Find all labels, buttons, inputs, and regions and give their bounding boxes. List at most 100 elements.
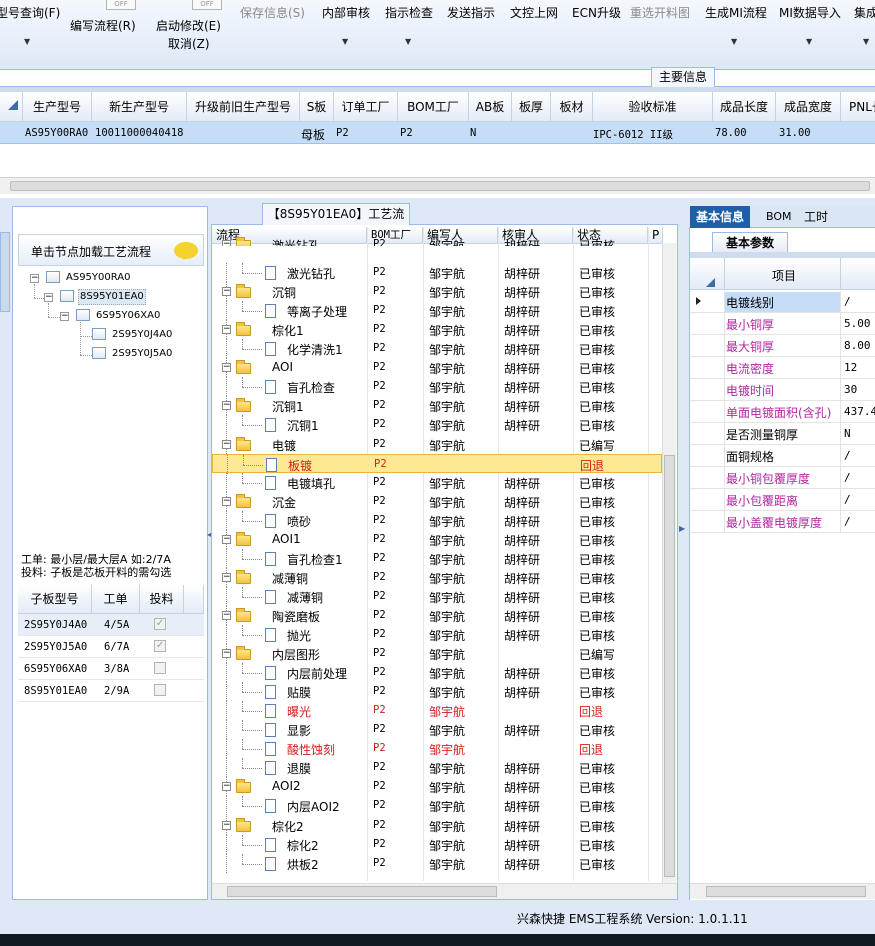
toolbar-write-flow[interactable]: 编写流程(R) <box>70 17 136 34</box>
flow-step-row[interactable]: 显影 P2 邹宇航 胡梓研 已审核 <box>212 720 662 739</box>
toolbar-model-query[interactable]: 型号查询(F) <box>0 4 60 21</box>
chevron-down-icon[interactable]: ▼ <box>405 37 411 46</box>
col-old-model[interactable]: 升级前旧生产型号 <box>187 92 300 122</box>
feed-checkbox[interactable]: ✓ <box>154 640 166 652</box>
flow-step-row[interactable]: 内层前处理 P2 邹宇航 胡梓研 已审核 <box>212 663 662 682</box>
toolbar-start-edit[interactable]: 启动修改(E) <box>156 17 221 34</box>
col-order-factory[interactable]: 订单工厂 <box>334 92 398 122</box>
toolbar-mi-import[interactable]: MI数据导入 <box>779 4 841 21</box>
toolbar-save[interactable]: 保存信息(S) <box>240 4 305 21</box>
flow-step-row[interactable]: 烘板2 P2 邹宇航 胡梓研 已审核 <box>212 854 662 873</box>
flow-group-row[interactable]: − 沉铜 P2 邹宇航 胡梓研 已审核 <box>212 282 662 301</box>
flow-group-row[interactable]: − 陶瓷磨板 P2 邹宇航 胡梓研 已审核 <box>212 606 662 625</box>
param-row[interactable]: 电镀时间 30 <box>690 379 875 401</box>
col-standard[interactable]: 验收标准 <box>593 92 713 122</box>
flow-step-row[interactable]: 等离子处理 P2 邹宇航 胡梓研 已审核 <box>212 301 662 320</box>
toolbar-integrate[interactable]: 集成 <box>854 4 875 21</box>
tab-bom[interactable]: BOM <box>760 206 798 228</box>
chevron-down-icon[interactable]: ▼ <box>863 37 869 46</box>
col-s-board[interactable]: S板 <box>300 92 334 122</box>
param-row[interactable]: 最小铜厚 5.00 <box>690 313 875 335</box>
tree-collapse-toggle[interactable]: − <box>222 497 231 506</box>
chevron-down-icon[interactable]: ▼ <box>731 37 737 46</box>
toolbar-cancel[interactable]: 取消(Z) <box>168 35 210 52</box>
param-row[interactable]: 最小包覆距离 / <box>690 489 875 511</box>
chevron-down-icon[interactable]: ▼ <box>806 37 812 46</box>
collapse-right-icon[interactable]: ▶ <box>679 524 685 533</box>
tab-work-hours[interactable]: 工时 <box>798 206 834 228</box>
flow-group-row[interactable]: − AOI P2 邹宇航 胡梓研 已审核 <box>212 358 662 377</box>
feed-checkbox[interactable] <box>154 662 166 674</box>
tree-collapse-toggle[interactable]: − <box>222 240 231 246</box>
flow-group-row[interactable]: − 棕化2 P2 邹宇航 胡梓研 已审核 <box>212 816 662 835</box>
toolbar-generate-mi[interactable]: 生成MI流程 <box>705 4 767 21</box>
param-row[interactable]: 是否测量铜厚 N <box>690 423 875 445</box>
param-row[interactable]: 面铜规格 / <box>690 445 875 467</box>
tree-collapse-toggle[interactable]: − <box>222 363 231 372</box>
feed-checkbox[interactable]: ✓ <box>154 618 166 630</box>
tree-collapse-toggle[interactable]: − <box>222 649 231 658</box>
scrollbar-thumb[interactable] <box>227 886 497 897</box>
tree-node-2s95y0j4a0[interactable]: 2S95Y0J4A0 <box>92 328 172 340</box>
tree-collapse-toggle[interactable]: − <box>222 535 231 544</box>
splitter[interactable] <box>0 198 875 206</box>
sub-grid-row[interactable]: 2S95Y0J4A0 4/5A ✓ <box>18 614 204 636</box>
flow-step-row[interactable]: 减薄铜 P2 邹宇航 胡梓研 已审核 <box>212 587 662 606</box>
flow-group-row[interactable]: − AOI1 P2 邹宇航 胡梓研 已审核 <box>212 530 662 549</box>
flow-step-row[interactable]: 酸性蚀刻 P2 邹宇航 回退 <box>212 739 662 758</box>
flow-step-row[interactable]: 内层AOI2 P2 邹宇航 胡梓研 已审核 <box>212 796 662 815</box>
tree-collapse-toggle[interactable]: − <box>222 611 231 620</box>
param-row[interactable]: 最大铜厚 8.00 <box>690 335 875 357</box>
flow-group-row[interactable]: − 减薄铜 P2 邹宇航 胡梓研 已审核 <box>212 568 662 587</box>
flow-step-row[interactable]: 喷砂 P2 邹宇航 胡梓研 已审核 <box>212 511 662 530</box>
tree-node-6s95y06xa0[interactable]: 6S95Y06XA0 <box>76 309 160 321</box>
col-width[interactable]: 成品宽度 <box>776 92 841 122</box>
toolbar-instruction-check[interactable]: 指示检查 <box>385 4 433 21</box>
tab-main-info[interactable]: 主要信息 <box>651 67 715 87</box>
flow-step-row[interactable]: 曝光 P2 邹宇航 回退 <box>212 701 662 720</box>
sub-grid-row[interactable]: 8S95Y01EA0 2/9A <box>18 680 204 702</box>
tree-collapse-toggle[interactable]: − <box>44 293 53 302</box>
horizontal-scrollbar[interactable] <box>690 883 875 899</box>
side-tab-process-structure[interactable] <box>0 232 10 312</box>
toolbar-send-instruction[interactable]: 发送指示 <box>447 4 495 21</box>
tree-collapse-toggle[interactable]: − <box>222 401 231 410</box>
tab-basic-info[interactable]: 基本信息 <box>690 206 751 228</box>
sub-grid-row[interactable]: 2S95Y0J5A0 6/7A ✓ <box>18 636 204 658</box>
tree-node-2s95y0j5a0[interactable]: 2S95Y0J5A0 <box>92 347 172 359</box>
flow-step-row[interactable]: 退膜 P2 邹宇航 胡梓研 已审核 <box>212 758 662 777</box>
flow-group-row[interactable]: − 沉铜1 P2 邹宇航 胡梓研 已审核 <box>212 396 662 415</box>
sub-grid-row[interactable]: 6S95Y06XA0 3/8A <box>18 658 204 680</box>
scrollbar-thumb[interactable] <box>10 181 870 191</box>
col-ab-board[interactable]: AB板 <box>469 92 512 122</box>
horizontal-scrollbar[interactable] <box>212 883 677 899</box>
col-pnl-length[interactable]: PNL长 <box>841 92 875 122</box>
scrollbar-thumb[interactable] <box>664 455 675 877</box>
tree-node-8s95y01ea0[interactable]: 8S95Y01EA0 <box>60 290 144 302</box>
flow-step-row[interactable]: 盲孔检查 P2 邹宇航 胡梓研 已审核 <box>212 377 662 396</box>
feed-checkbox[interactable] <box>154 684 166 696</box>
toolbar-ecn-upgrade[interactable]: ECN升级 <box>572 4 621 21</box>
col-prod-model[interactable]: 生产型号 <box>23 92 92 122</box>
tree-collapse-toggle[interactable]: − <box>222 782 231 791</box>
toggle-switch[interactable]: OFF <box>106 0 136 10</box>
tree-node-root[interactable]: AS95Y00RA0 <box>46 271 131 283</box>
tree-collapse-toggle[interactable]: − <box>222 287 231 296</box>
tree-collapse-toggle[interactable]: − <box>60 312 69 321</box>
flow-group-row[interactable]: − 棕化1 P2 邹宇航 胡梓研 已审核 <box>212 320 662 339</box>
flow-step-row[interactable]: 棕化2 P2 邹宇航 胡梓研 已审核 <box>212 835 662 854</box>
flow-group-row[interactable]: − AOI2 P2 邹宇航 胡梓研 已审核 <box>212 777 662 796</box>
flow-step-row[interactable]: 沉铜1 P2 邹宇航 胡梓研 已审核 <box>212 415 662 434</box>
param-row[interactable]: 电流密度 12 <box>690 357 875 379</box>
col-thickness[interactable]: 板厚 <box>512 92 551 122</box>
col-length[interactable]: 成品长度 <box>713 92 776 122</box>
scrollbar-thumb[interactable] <box>706 886 866 897</box>
tree-collapse-toggle[interactable]: − <box>222 821 231 830</box>
flow-step-row[interactable]: 激光钻孔 P2 邹宇航 胡梓研 已审核 <box>212 263 662 282</box>
param-row[interactable]: 最小铜包覆厚度 / <box>690 467 875 489</box>
flow-step-row[interactable]: 贴膜 P2 邹宇航 胡梓研 已审核 <box>212 682 662 701</box>
param-row[interactable]: 电镀线别 / <box>690 291 875 313</box>
flow-group-row[interactable]: − 内层图形 P2 邹宇航 已编写 <box>212 644 662 663</box>
param-row[interactable]: 单面电镀面积(含孔) 437.4 <box>690 401 875 423</box>
horizontal-scrollbar[interactable] <box>0 177 875 194</box>
